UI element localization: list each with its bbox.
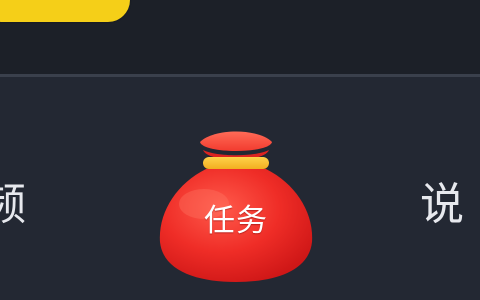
promo-badge-label	[20, 0, 80, 8]
promo-badge[interactable]	[0, 0, 130, 22]
bottom-tab-screen: 频 任务 说	[0, 0, 480, 300]
tab-video-label[interactable]: 频	[0, 183, 28, 227]
tab-novel-label[interactable]: 说	[420, 183, 466, 227]
task-tab-button[interactable]: 任务	[158, 126, 314, 284]
top-content-area	[0, 0, 480, 75]
task-tab-label: 任务	[204, 203, 268, 239]
